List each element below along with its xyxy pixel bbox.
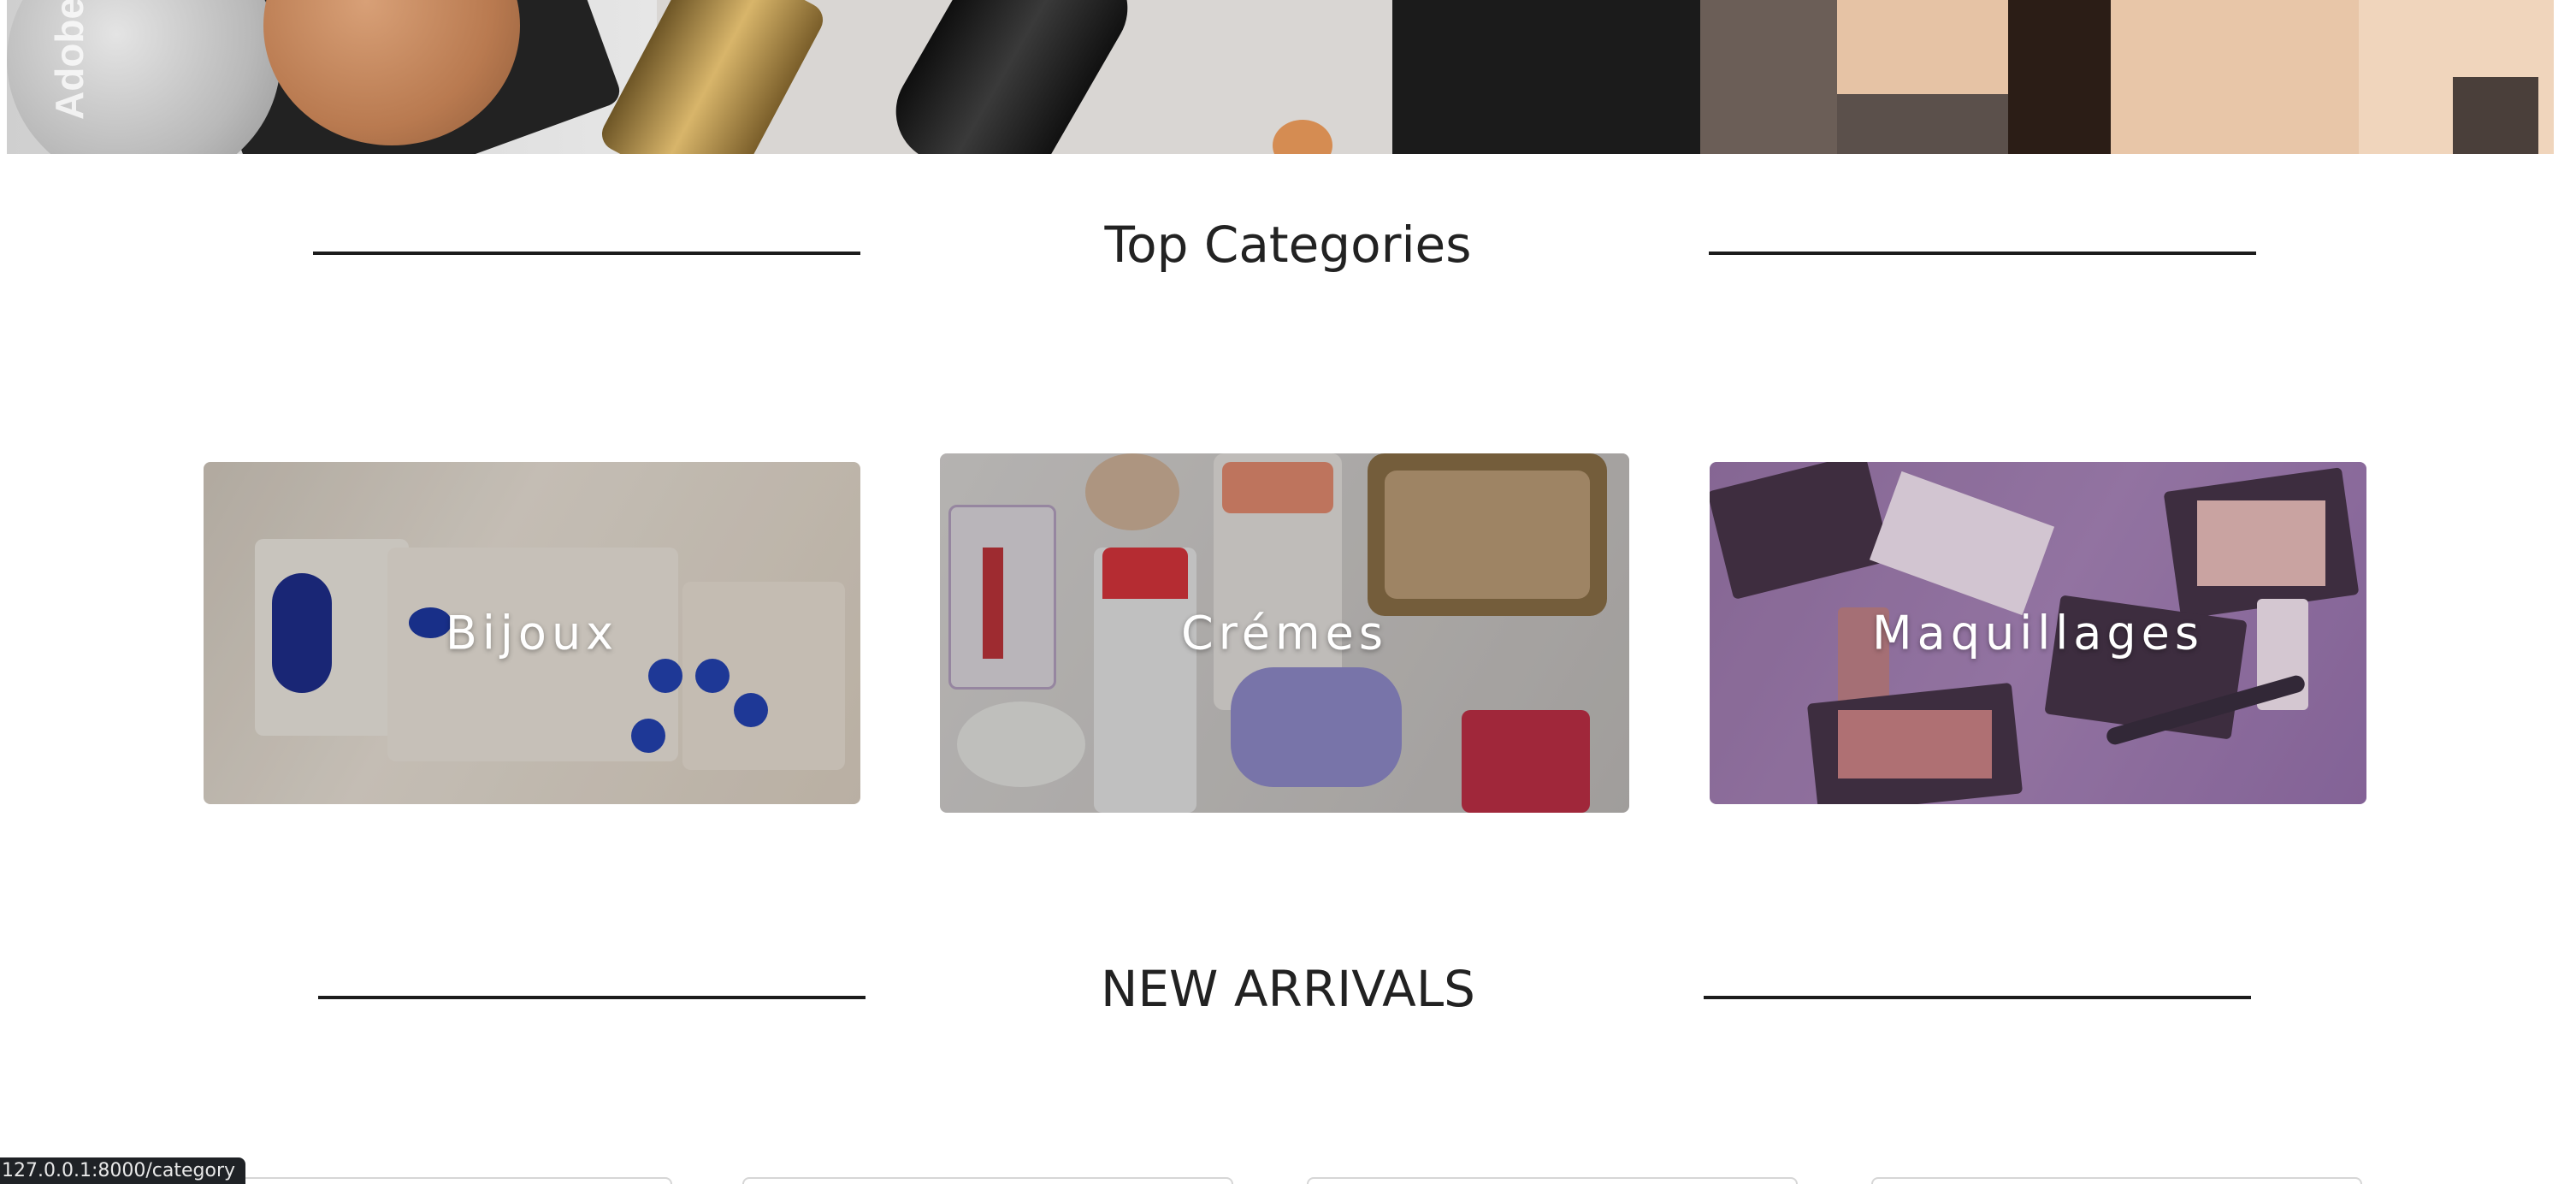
category-card-bijoux[interactable]: Bijoux: [204, 462, 860, 804]
top-categories-heading: Top Categories: [0, 210, 2576, 279]
hero-banner-image: Adobe: [7, 0, 2554, 154]
heading-divider-right: [1709, 252, 2256, 255]
category-card-maquillages[interactable]: Maquillages: [1710, 462, 2366, 804]
product-card[interactable]: [181, 1177, 672, 1184]
product-card[interactable]: [1871, 1177, 2362, 1184]
category-label-maquillages: Maquillages: [1872, 606, 2204, 660]
product-card[interactable]: [1307, 1177, 1798, 1184]
category-label-bijoux: Bijoux: [445, 606, 619, 660]
top-categories-title: Top Categories: [1104, 216, 1472, 274]
new-arrivals-heading: NEW ARRIVALS: [0, 956, 2576, 1025]
new-arrivals-title: NEW ARRIVALS: [1101, 960, 1475, 1018]
product-card[interactable]: [742, 1177, 1233, 1184]
page: Adobe Top Categories Bijoux Crémes Maqui…: [0, 0, 2576, 1184]
category-label-cremes: Crémes: [1181, 606, 1388, 660]
category-card-cremes[interactable]: Crémes: [940, 453, 1629, 813]
status-bar-url: 127.0.0.1:8000/category: [0, 1157, 246, 1184]
heading-divider-right: [1704, 996, 2251, 999]
hero-watermark-text: Adobe: [47, 0, 92, 120]
